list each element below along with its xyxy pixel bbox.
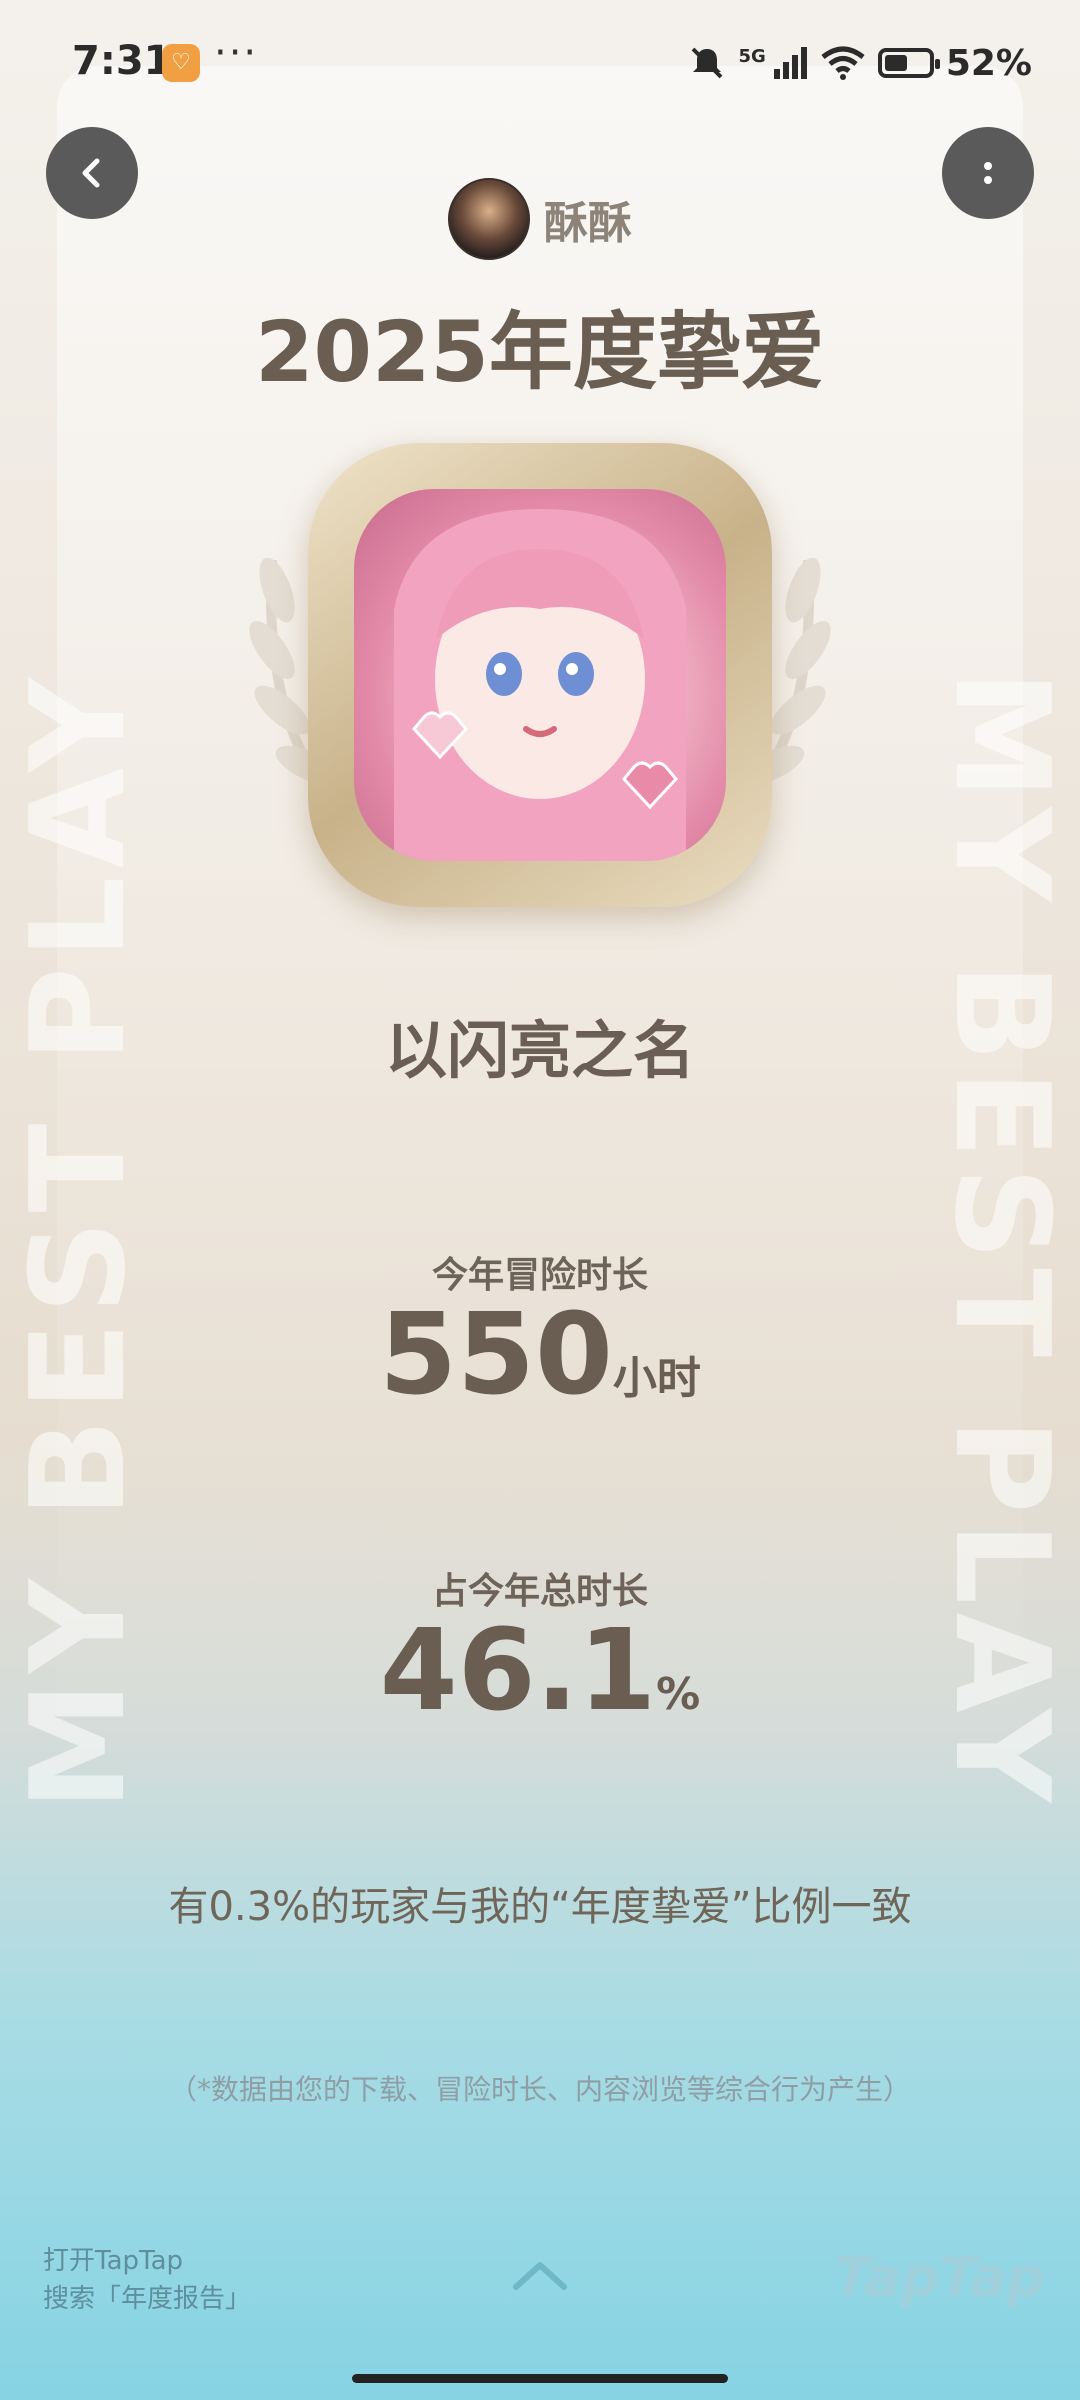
signal-icon [773, 47, 807, 79]
page-title: 2025年度挚爱 [255, 303, 825, 401]
network-label: 5G [738, 45, 766, 67]
user-info: 酥酥 [0, 178, 1080, 260]
playtime-unit: 小时 [612, 1353, 701, 1404]
chevron-up-icon[interactable] [510, 2255, 570, 2295]
share-unit: % [656, 1669, 701, 1720]
game-character-icon [394, 509, 686, 861]
footnote: （*数据由您的下载、冒险时长、内容浏览等综合行为产生） [168, 2073, 911, 2106]
share-value: 46.1% [0, 1606, 1080, 1736]
username: 酥酥 [544, 198, 632, 249]
open-taptap-text: 打开TapTap [43, 2246, 184, 2276]
notification-app-icon: ♡ [162, 44, 200, 82]
battery-icon [877, 48, 940, 78]
wifi-icon [821, 46, 865, 80]
game-name: 以闪亮之名 [384, 1014, 695, 1087]
game-icon-frame [308, 443, 772, 907]
mute-icon [691, 47, 722, 79]
share-number: 46.1 [379, 1606, 657, 1736]
ratio-text: 有0.3%的玩家与我的“年度挚爱”比例一致 [168, 1884, 912, 1930]
playtime-value: 550小时 [0, 1290, 1080, 1420]
report-card [57, 66, 1023, 2356]
playtime-number: 550 [379, 1290, 613, 1420]
home-indicator[interactable] [352, 2374, 728, 2383]
status-time: 7:31 [72, 38, 172, 84]
avatar[interactable] [448, 178, 530, 260]
more-notifications-icon: ··· [214, 30, 259, 76]
taptap-logo: TapTap [834, 2246, 1046, 2309]
status-bar: 7:31 ♡ ··· 5G 52% [0, 0, 1080, 120]
battery-percent: 52% [945, 42, 1032, 84]
game-icon[interactable] [354, 489, 726, 861]
status-icons: 5G 52% [687, 38, 1032, 88]
search-report-text: 搜索「年度报告」 [43, 2284, 252, 2314]
